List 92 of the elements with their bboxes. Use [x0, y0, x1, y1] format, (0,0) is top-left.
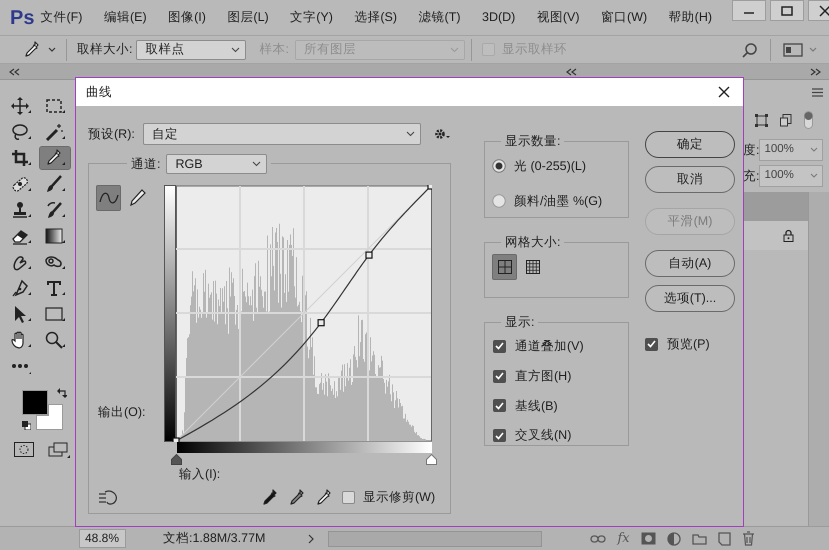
lock-icon — [783, 229, 794, 242]
field-label: 通道: — [131, 156, 160, 173]
mask-icon[interactable] — [640, 532, 656, 545]
percent-field[interactable]: 100% — [759, 165, 824, 187]
menu-item[interactable]: 视图(V) — [530, 8, 586, 27]
menu-item[interactable]: 图像(I) — [162, 8, 212, 27]
background-swatch[interactable] — [36, 404, 63, 430]
field-label: 取样大小: — [77, 41, 132, 58]
menu-item[interactable]: 图层(L) — [221, 8, 275, 27]
radio-button[interactable] — [492, 194, 506, 208]
checkbox[interactable] — [493, 399, 506, 412]
swap-icon[interactable] — [57, 388, 67, 398]
menu-item[interactable]: 选择(S) — [348, 8, 404, 27]
chevron-down-icon[interactable] — [406, 131, 415, 137]
collapse-icon[interactable] — [9, 68, 20, 76]
axis-label: 输入(I): — [179, 466, 220, 483]
dialog-button[interactable]: 选项(T)... — [645, 285, 735, 312]
scrollbar[interactable] — [808, 192, 829, 526]
trash-icon[interactable] — [742, 531, 755, 546]
simple-grid-icon[interactable] — [492, 254, 517, 280]
sample-size-dropdown[interactable]: 取样点 — [136, 40, 246, 60]
fx-button[interactable]: fx — [617, 528, 630, 548]
document-info: 文档:1.88M/3.77M — [163, 530, 266, 548]
menu-item[interactable]: 编辑(E) — [98, 8, 153, 27]
checkbox[interactable] — [493, 370, 506, 383]
expand-icon[interactable] — [810, 68, 821, 76]
preset-dropdown[interactable]: 自定 — [142, 123, 421, 145]
maximize-icon[interactable] — [780, 4, 794, 16]
maximize-button[interactable] — [770, 0, 804, 21]
caret-icon[interactable] — [48, 46, 56, 52]
checkbox[interactable] — [493, 340, 506, 353]
checkbox[interactable] — [493, 429, 506, 442]
field-label: 充: — [743, 168, 760, 185]
toggle-icon[interactable] — [804, 111, 813, 129]
close-icon[interactable] — [718, 86, 730, 98]
curve-adjust-icon[interactable] — [98, 488, 120, 507]
axis-label: 输出(O): — [97, 404, 147, 422]
eyedropper-icon[interactable] — [39, 146, 71, 170]
zoom-field[interactable]: 48.8% — [79, 529, 126, 548]
foreground-swatch[interactable] — [22, 390, 48, 415]
chevron-down-icon[interactable] — [231, 46, 240, 52]
highlight-slider[interactable] — [426, 454, 437, 465]
dialog-button[interactable]: 确定 — [645, 131, 735, 158]
menu-item[interactable]: 滤镜(T) — [412, 8, 467, 27]
search-icon[interactable] — [742, 42, 758, 58]
default-colors-icon[interactable] — [22, 421, 31, 430]
curve-tool-icon[interactable] — [96, 185, 121, 211]
field-label: 预设(R): — [88, 126, 136, 143]
group-title: 显示: — [501, 314, 538, 330]
percent-field[interactable]: 100% — [759, 139, 824, 161]
checkbox-label: 显示修剪(W) — [363, 489, 436, 506]
shadow-slider[interactable] — [171, 454, 182, 465]
field-label: 度: — [743, 142, 760, 159]
menu-item[interactable]: 3D(D) — [476, 8, 522, 27]
app-logo: Ps — [9, 6, 34, 30]
layer-row[interactable] — [743, 221, 808, 250]
screen-mode-icon[interactable] — [48, 442, 70, 458]
checkbox-label: 直方图(H) — [515, 368, 572, 385]
folder-icon[interactable] — [692, 532, 707, 544]
channel-dropdown[interactable]: RGB — [166, 154, 268, 174]
checkbox[interactable] — [645, 338, 658, 351]
artboard-icon[interactable] — [780, 114, 792, 126]
transform-icon[interactable] — [755, 114, 768, 126]
radio-button[interactable] — [492, 159, 506, 174]
checkbox-label: 预览(P) — [667, 336, 710, 353]
chevron-right-icon[interactable] — [308, 534, 314, 544]
dialog-title: 曲线 — [86, 84, 112, 101]
menu-item[interactable]: 窗口(W) — [595, 8, 654, 27]
checkbox-label: 通道叠加(V) — [515, 338, 584, 355]
half-circle-icon[interactable] — [666, 532, 681, 546]
checkbox-label: 基线(B) — [515, 398, 558, 415]
collapse-icon[interactable] — [566, 68, 577, 76]
group-title: 网格大小: — [501, 234, 564, 250]
gear-icon[interactable] — [434, 128, 451, 140]
checkbox-label: 交叉线(N) — [515, 427, 572, 444]
scrollbar[interactable] — [328, 530, 542, 546]
menu-item[interactable]: 文件(F) — [34, 8, 88, 27]
menu-item[interactable]: 帮助(H) — [662, 8, 718, 27]
menu-icon[interactable] — [812, 88, 823, 97]
workspace-icon[interactable] — [783, 42, 803, 56]
dialog-button[interactable]: 自动(A) — [645, 250, 735, 277]
quick-mask-icon[interactable] — [14, 442, 34, 457]
new-layer-icon[interactable] — [718, 532, 731, 546]
chevron-down-icon[interactable] — [252, 161, 262, 167]
radio-label: 颜料/油墨 %(G) — [514, 192, 602, 210]
dialog-button[interactable]: 取消 — [645, 166, 735, 193]
checkbox[interactable] — [342, 491, 355, 504]
menu-item[interactable]: 文字(Y) — [284, 8, 339, 27]
radio-label: 光 (0-255)(L) — [514, 158, 586, 175]
group-title: 显示数量: — [501, 133, 564, 149]
link-icon[interactable] — [590, 534, 606, 544]
close-icon[interactable] — [818, 4, 829, 16]
